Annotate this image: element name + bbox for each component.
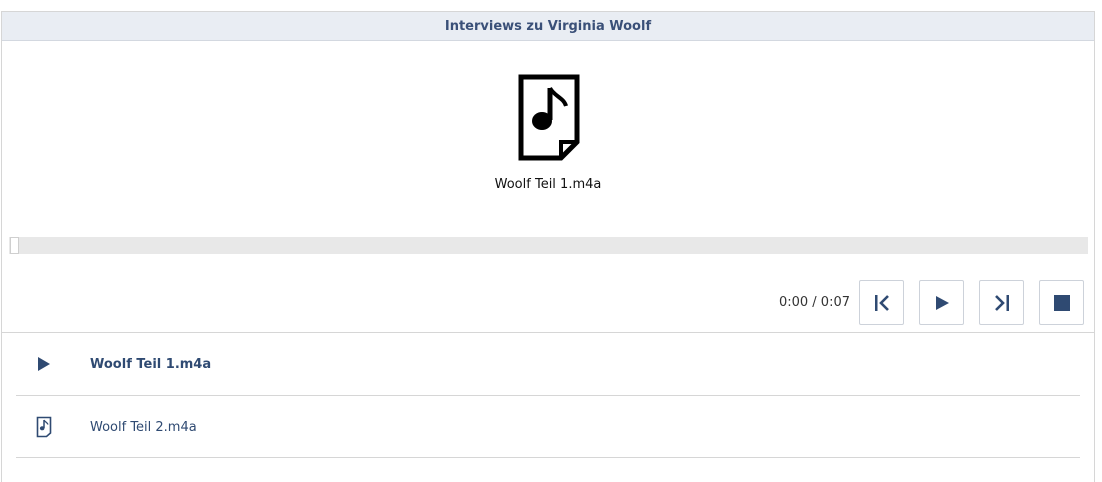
stop-button[interactable] xyxy=(1039,280,1084,325)
playlist-item[interactable]: Woolf Teil 1.m4a xyxy=(16,333,1080,395)
playlist: Woolf Teil 1.m4a Woolf Teil 2.m4a xyxy=(2,332,1094,458)
player-header: Interviews zu Virginia Woolf xyxy=(2,12,1094,41)
time-display: 0:00 / 0:07 xyxy=(778,295,850,310)
progress-handle[interactable] xyxy=(10,237,19,254)
preview-area: Woolf Teil 1.m4a 0:00 / 0:07 xyxy=(2,41,1094,332)
previous-icon xyxy=(874,294,889,311)
playlist-title: Interviews zu Virginia Woolf xyxy=(444,18,652,34)
current-file-name: Woolf Teil 1.m4a xyxy=(494,177,602,192)
play-icon xyxy=(34,352,54,376)
player-controls: 0:00 / 0:07 xyxy=(779,280,1084,325)
next-icon xyxy=(994,294,1009,311)
stop-icon xyxy=(1053,294,1070,311)
audio-player: Interviews zu Virginia Woolf Woolf Teil … xyxy=(1,11,1095,482)
music-file-icon xyxy=(518,74,580,161)
playlist-item[interactable]: Woolf Teil 2.m4a xyxy=(16,395,1080,458)
progress-bar[interactable] xyxy=(9,237,1088,254)
divider xyxy=(16,457,1080,458)
playlist-item-label: Woolf Teil 2.m4a xyxy=(90,419,197,435)
play-icon xyxy=(935,295,949,310)
next-button[interactable] xyxy=(979,280,1024,325)
playlist-item-label: Woolf Teil 1.m4a xyxy=(90,356,212,372)
music-file-icon xyxy=(34,415,54,439)
previous-button[interactable] xyxy=(859,280,904,325)
play-button[interactable] xyxy=(919,280,964,325)
